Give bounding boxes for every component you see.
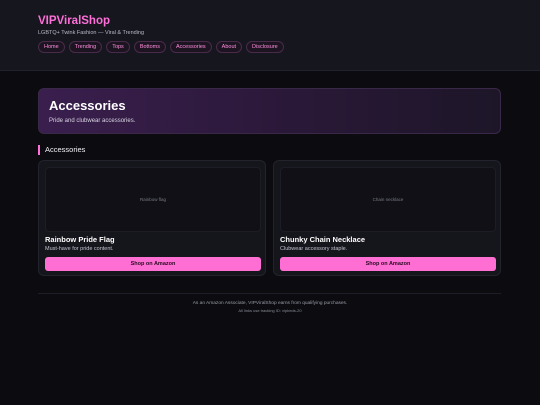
shop-on-amazon-button[interactable]: Shop on Amazon: [45, 257, 261, 271]
product-description: Clubwear accessory staple.: [280, 246, 348, 252]
section-heading: Accessories: [38, 145, 85, 155]
nav-bottoms[interactable]: Bottoms: [133, 41, 166, 53]
product-card: Chain necklace Chunky Chain Necklace Clu…: [273, 160, 501, 276]
nav-tops[interactable]: Tops: [106, 41, 130, 53]
site-brand[interactable]: VIPViralShop: [38, 15, 110, 27]
product-title: Chunky Chain Necklace: [280, 235, 366, 244]
product-title: Rainbow Pride Flag: [45, 235, 115, 244]
nav-disclosure[interactable]: Disclosure: [246, 41, 284, 53]
hero-banner: Accessories Pride and clubwear accessori…: [38, 88, 501, 134]
product-image-placeholder[interactable]: Chain necklace: [280, 167, 496, 232]
shop-on-amazon-button[interactable]: Shop on Amazon: [280, 257, 496, 271]
product-image-placeholder[interactable]: Rainbow flag: [45, 167, 261, 232]
affiliate-disclosure: As an Amazon Associate, VIPViralShop ear…: [192, 301, 348, 306]
site-tagline: LGBTQ+ Twink Fashion — Viral & Trending: [38, 30, 145, 36]
product-image-label: Chain necklace: [372, 197, 404, 202]
footer-divider: [38, 293, 501, 294]
tracking-id-note: All links use tracking ID: vipbeds-20: [238, 308, 302, 313]
product-card: Rainbow flag Rainbow Pride Flag Must-hav…: [38, 160, 266, 276]
main-nav: Home Trending Tops Bottoms Accessories A…: [38, 41, 284, 53]
nav-about[interactable]: About: [215, 41, 243, 53]
nav-home[interactable]: Home: [38, 41, 65, 53]
nav-trending[interactable]: Trending: [68, 41, 103, 53]
product-image-label: Rainbow flag: [139, 197, 166, 202]
page-title: Accessories: [49, 98, 126, 113]
page-subtitle: Pride and clubwear accessories.: [49, 118, 136, 124]
product-description: Must-have for pride content.: [45, 246, 114, 252]
site-header: VIPViralShop LGBTQ+ Twink Fashion — Vira…: [0, 0, 540, 71]
nav-accessories[interactable]: Accessories: [170, 41, 212, 53]
